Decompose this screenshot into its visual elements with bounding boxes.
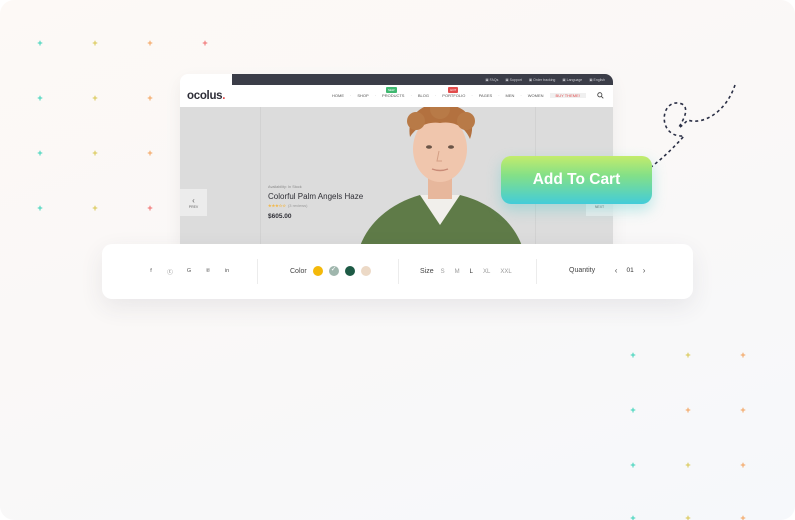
sparkle-dot: + [92, 203, 98, 213]
google-icon[interactable]: G [186, 268, 192, 276]
twitter-icon[interactable]: ⓣ [167, 268, 173, 276]
product-price: $605.00 [268, 213, 292, 220]
sparkle-dot: + [685, 405, 691, 415]
topbar-link[interactable]: ▣ English [589, 78, 605, 82]
nav-women[interactable]: WOMEN [522, 93, 550, 98]
sparkle-dot: + [630, 460, 636, 470]
store-logo[interactable]: ocolus. [187, 90, 225, 102]
quantity-decrease-button[interactable]: ‹ [611, 266, 621, 275]
sparkle-dot: + [37, 38, 43, 48]
store-navbar: ocolus. HOME · SHOP · NEW PRODUCTS · BLOG · H… [180, 85, 613, 107]
sparkle-dot: + [147, 93, 153, 103]
sparkle-dot: + [147, 148, 153, 158]
topbar-link[interactable]: ▣ Language [562, 78, 582, 82]
nav-blog[interactable]: BLOG [412, 93, 435, 98]
quantity-label: Quantity [569, 267, 596, 274]
sparkle-dot: + [685, 350, 691, 360]
sparkle-dot: + [92, 148, 98, 158]
check-icon: ✓ [330, 266, 337, 273]
product-info: Availability: In Stock Colorful Palm Ang… [268, 185, 363, 220]
size-option-l[interactable]: L [470, 269, 473, 275]
topbar-link[interactable]: ▣ Order tracking [529, 78, 555, 82]
quantity-stepper: Quantity ‹ 01 › [569, 266, 649, 275]
availability-text: Availability: In Stock [268, 185, 302, 189]
sparkle-dot: + [202, 38, 208, 48]
sparkle-dot: + [630, 405, 636, 415]
add-to-cart-button[interactable]: Add To Cart [501, 156, 652, 204]
linkedin-icon[interactable]: in [224, 268, 230, 276]
sparkle-dot: + [92, 38, 98, 48]
sparkle-dot: + [92, 93, 98, 103]
sparkle-dot: + [37, 148, 43, 158]
product-name[interactable]: Colorful Palm Angels Haze [268, 192, 363, 201]
store-nav-links: HOME · SHOP · NEW PRODUCTS · BLOG · HOT PORTFO… [326, 87, 586, 98]
pinterest-icon[interactable]: ℗ [205, 268, 211, 276]
review-count[interactable]: (3 reviews) [288, 203, 308, 208]
nav-home[interactable]: HOME [326, 93, 350, 98]
quantity-increase-button[interactable]: › [639, 266, 649, 275]
sparkle-dot: + [630, 513, 636, 520]
nav-shop[interactable]: SHOP [351, 93, 374, 98]
divider [260, 107, 261, 246]
divider [536, 259, 537, 284]
color-swatch-sage[interactable]: ✓ [328, 266, 339, 276]
sparkle-dot: + [685, 513, 691, 520]
topbar-link[interactable]: ▣ Support [505, 78, 522, 82]
product-options-panel: f ⓣ G ℗ in Color ✓ Size S M L XL XXL Qua… [102, 244, 693, 299]
size-option-xl[interactable]: XL [483, 269, 490, 275]
new-badge: NEW [386, 87, 397, 93]
sparkle-dot: + [740, 513, 746, 520]
topbar-link[interactable]: ▣ FAQs [485, 78, 498, 82]
color-swatch-yellow[interactable] [312, 266, 323, 276]
sparkle-dot: + [37, 203, 43, 213]
nav-portfolio[interactable]: HOT PORTFOLIO [436, 87, 471, 98]
sparkle-dot: + [740, 350, 746, 360]
quantity-value[interactable]: 01 [621, 267, 639, 274]
sparkle-dot: + [630, 350, 636, 360]
sparkle-dot: + [37, 93, 43, 103]
nav-pages[interactable]: PAGES [473, 93, 499, 98]
facebook-icon[interactable]: f [148, 268, 154, 276]
color-selector: Color ✓ [290, 266, 371, 276]
store-topbar: ▣ FAQs ▣ Support ▣ Order tracking ▣ Lang… [232, 74, 613, 85]
size-option-m[interactable]: M [455, 269, 460, 275]
divider [398, 259, 399, 284]
sparkle-dot: + [740, 460, 746, 470]
search-icon[interactable] [597, 92, 604, 99]
page-canvas: + + + + + + + + + + + + + + + + + + + + + + + + + ▣ FAQs ▣ Suppo… [0, 0, 795, 520]
sparkle-dot: + [740, 405, 746, 415]
prev-slide-button[interactable]: ‹ PREV [180, 189, 207, 216]
hot-badge: HOT [448, 87, 459, 93]
color-swatch-beige[interactable] [360, 266, 371, 276]
sparkle-dot: + [147, 203, 153, 213]
sparkle-dot: + [147, 38, 153, 48]
size-selector: Size S M L XL XXL [420, 268, 522, 275]
chevron-left-icon: ‹ [192, 195, 195, 205]
size-label: Size [420, 268, 434, 275]
nav-products[interactable]: NEW PRODUCTS [376, 87, 410, 98]
sparkle-dot: + [685, 460, 691, 470]
color-swatch-green[interactable] [344, 266, 355, 276]
size-option-s[interactable]: S [441, 269, 445, 275]
social-share: f ⓣ G ℗ in [148, 268, 230, 276]
color-label: Color [290, 267, 307, 275]
nav-men[interactable]: MEN [500, 93, 521, 98]
size-option-xxl[interactable]: XXL [500, 269, 511, 275]
divider [257, 259, 258, 284]
rating-stars: ★★★☆☆ (3 reviews) [268, 203, 308, 208]
nav-buy-theme[interactable]: BUY THEME! [549, 93, 586, 98]
